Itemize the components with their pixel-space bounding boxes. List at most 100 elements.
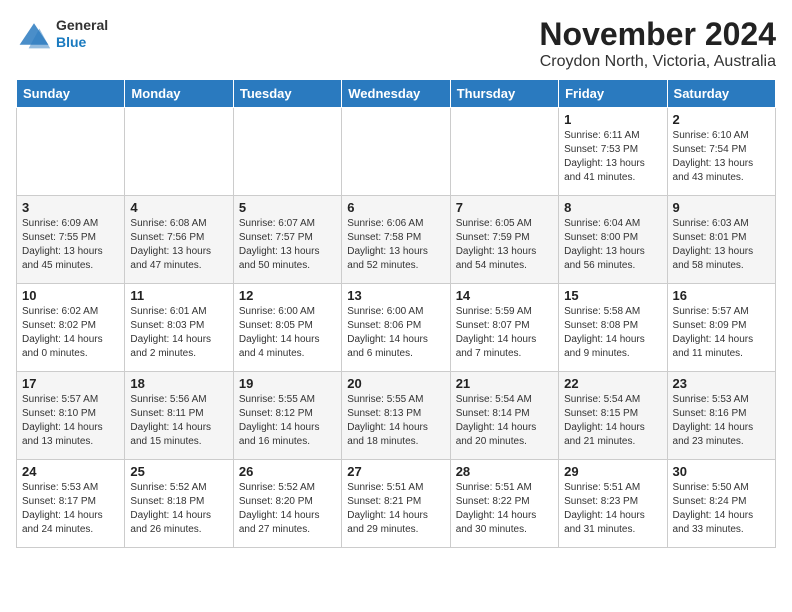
day-number: 22 bbox=[564, 376, 661, 391]
day-number: 9 bbox=[673, 200, 770, 215]
calendar-cell: 26 Sunrise: 5:52 AM Sunset: 8:20 PM Dayli… bbox=[233, 460, 341, 548]
day-number: 29 bbox=[564, 464, 661, 479]
day-number: 1 bbox=[564, 112, 661, 127]
day-info: Sunrise: 6:08 AM Sunset: 7:56 PM Dayligh… bbox=[130, 217, 227, 273]
day-number: 7 bbox=[456, 200, 553, 215]
calendar-cell: 2 Sunrise: 6:10 AM Sunset: 7:54 PM Daylig… bbox=[667, 108, 775, 196]
day-number: 28 bbox=[456, 464, 553, 479]
calendar-week-4: 17 Sunrise: 5:57 AM Sunset: 8:10 PM Dayli… bbox=[17, 372, 776, 460]
title-block: November 2024 Croydon North, Victoria, A… bbox=[539, 16, 776, 71]
day-info: Sunrise: 5:56 AM Sunset: 8:11 PM Dayligh… bbox=[130, 393, 227, 449]
day-info: Sunrise: 5:51 AM Sunset: 8:21 PM Dayligh… bbox=[347, 481, 444, 537]
calendar-cell: 6 Sunrise: 6:06 AM Sunset: 7:58 PM Daylig… bbox=[342, 196, 450, 284]
day-info: Sunrise: 5:54 AM Sunset: 8:15 PM Dayligh… bbox=[564, 393, 661, 449]
day-info: Sunrise: 6:02 AM Sunset: 8:02 PM Dayligh… bbox=[22, 305, 119, 361]
calendar-cell: 17 Sunrise: 5:57 AM Sunset: 8:10 PM Dayli… bbox=[17, 372, 125, 460]
day-info: Sunrise: 5:53 AM Sunset: 8:16 PM Dayligh… bbox=[673, 393, 770, 449]
calendar-week-5: 24Sunrise: 5:53 AM Sunset: 8:17 PM Dayli… bbox=[17, 460, 776, 548]
day-info: Sunrise: 5:55 AM Sunset: 8:12 PM Dayligh… bbox=[239, 393, 336, 449]
day-info: Sunrise: 6:11 AM Sunset: 7:53 PM Dayligh… bbox=[564, 129, 661, 185]
day-number: 18 bbox=[130, 376, 227, 391]
calendar-cell: 18 Sunrise: 5:56 AM Sunset: 8:11 PM Dayli… bbox=[125, 372, 233, 460]
weekday-wednesday: Wednesday bbox=[342, 80, 450, 108]
calendar-cell: 15Sunrise: 5:58 AM Sunset: 8:08 PM Dayli… bbox=[559, 284, 667, 372]
month-title: November 2024 bbox=[539, 16, 776, 53]
calendar-cell: 20 Sunrise: 5:55 AM Sunset: 8:13 PM Dayli… bbox=[342, 372, 450, 460]
calendar-cell: 21 Sunrise: 5:54 AM Sunset: 8:14 PM Dayli… bbox=[450, 372, 558, 460]
day-number: 4 bbox=[130, 200, 227, 215]
day-number: 19 bbox=[239, 376, 336, 391]
day-info: Sunrise: 5:52 AM Sunset: 8:20 PM Dayligh… bbox=[239, 481, 336, 537]
calendar-cell: 19 Sunrise: 5:55 AM Sunset: 8:12 PM Dayli… bbox=[233, 372, 341, 460]
calendar-cell: 16Sunrise: 5:57 AM Sunset: 8:09 PM Dayli… bbox=[667, 284, 775, 372]
day-number: 8 bbox=[564, 200, 661, 215]
calendar-week-1: 1 Sunrise: 6:11 AM Sunset: 7:53 PM Daylig… bbox=[17, 108, 776, 196]
calendar-cell: 29 Sunrise: 5:51 AM Sunset: 8:23 PM Dayli… bbox=[559, 460, 667, 548]
calendar-cell: 13Sunrise: 6:00 AM Sunset: 8:06 PM Dayli… bbox=[342, 284, 450, 372]
day-number: 24 bbox=[22, 464, 119, 479]
day-number: 30 bbox=[673, 464, 770, 479]
day-number: 26 bbox=[239, 464, 336, 479]
calendar-cell: 23 Sunrise: 5:53 AM Sunset: 8:16 PM Dayli… bbox=[667, 372, 775, 460]
day-info: Sunrise: 5:50 AM Sunset: 8:24 PM Dayligh… bbox=[673, 481, 770, 537]
weekday-header-row: SundayMondayTuesdayWednesdayThursdayFrid… bbox=[17, 80, 776, 108]
day-info: Sunrise: 5:52 AM Sunset: 8:18 PM Dayligh… bbox=[130, 481, 227, 537]
day-number: 14 bbox=[456, 288, 553, 303]
day-info: Sunrise: 5:59 AM Sunset: 8:07 PM Dayligh… bbox=[456, 305, 553, 361]
calendar-cell bbox=[342, 108, 450, 196]
weekday-tuesday: Tuesday bbox=[233, 80, 341, 108]
day-number: 23 bbox=[673, 376, 770, 391]
day-info: Sunrise: 5:51 AM Sunset: 8:22 PM Dayligh… bbox=[456, 481, 553, 537]
day-info: Sunrise: 6:06 AM Sunset: 7:58 PM Dayligh… bbox=[347, 217, 444, 273]
day-number: 12 bbox=[239, 288, 336, 303]
calendar-week-2: 3 Sunrise: 6:09 AM Sunset: 7:55 PM Daylig… bbox=[17, 196, 776, 284]
day-info: Sunrise: 6:07 AM Sunset: 7:57 PM Dayligh… bbox=[239, 217, 336, 273]
day-number: 27 bbox=[347, 464, 444, 479]
day-info: Sunrise: 6:01 AM Sunset: 8:03 PM Dayligh… bbox=[130, 305, 227, 361]
day-info: Sunrise: 6:00 AM Sunset: 8:05 PM Dayligh… bbox=[239, 305, 336, 361]
day-number: 20 bbox=[347, 376, 444, 391]
calendar-cell: 14 Sunrise: 5:59 AM Sunset: 8:07 PM Dayli… bbox=[450, 284, 558, 372]
day-info: Sunrise: 5:51 AM Sunset: 8:23 PM Dayligh… bbox=[564, 481, 661, 537]
calendar-cell: 30 Sunrise: 5:50 AM Sunset: 8:24 PM Dayli… bbox=[667, 460, 775, 548]
calendar-cell: 8Sunrise: 6:04 AM Sunset: 8:00 PM Daylig… bbox=[559, 196, 667, 284]
calendar-cell: 25 Sunrise: 5:52 AM Sunset: 8:18 PM Dayli… bbox=[125, 460, 233, 548]
calendar-cell: 10 Sunrise: 6:02 AM Sunset: 8:02 PM Dayli… bbox=[17, 284, 125, 372]
calendar-cell: 3 Sunrise: 6:09 AM Sunset: 7:55 PM Daylig… bbox=[17, 196, 125, 284]
calendar-cell: 9 Sunrise: 6:03 AM Sunset: 8:01 PM Daylig… bbox=[667, 196, 775, 284]
day-info: Sunrise: 5:57 AM Sunset: 8:10 PM Dayligh… bbox=[22, 393, 119, 449]
calendar-cell: 5 Sunrise: 6:07 AM Sunset: 7:57 PM Daylig… bbox=[233, 196, 341, 284]
calendar-table: SundayMondayTuesdayWednesdayThursdayFrid… bbox=[16, 79, 776, 548]
calendar-cell bbox=[125, 108, 233, 196]
day-number: 10 bbox=[22, 288, 119, 303]
day-number: 25 bbox=[130, 464, 227, 479]
day-info: Sunrise: 6:05 AM Sunset: 7:59 PM Dayligh… bbox=[456, 217, 553, 273]
calendar-cell: 12 Sunrise: 6:00 AM Sunset: 8:05 PM Dayli… bbox=[233, 284, 341, 372]
location-title: Croydon North, Victoria, Australia bbox=[539, 53, 776, 71]
calendar-cell: 4 Sunrise: 6:08 AM Sunset: 7:56 PM Daylig… bbox=[125, 196, 233, 284]
day-number: 21 bbox=[456, 376, 553, 391]
day-info: Sunrise: 5:55 AM Sunset: 8:13 PM Dayligh… bbox=[347, 393, 444, 449]
day-number: 2 bbox=[673, 112, 770, 127]
calendar-cell: 11 Sunrise: 6:01 AM Sunset: 8:03 PM Dayli… bbox=[125, 284, 233, 372]
day-info: Sunrise: 6:03 AM Sunset: 8:01 PM Dayligh… bbox=[673, 217, 770, 273]
day-info: Sunrise: 5:54 AM Sunset: 8:14 PM Dayligh… bbox=[456, 393, 553, 449]
calendar-cell bbox=[17, 108, 125, 196]
day-number: 16 bbox=[673, 288, 770, 303]
day-number: 11 bbox=[130, 288, 227, 303]
day-number: 6 bbox=[347, 200, 444, 215]
day-info: Sunrise: 6:09 AM Sunset: 7:55 PM Dayligh… bbox=[22, 217, 119, 273]
calendar-cell: 22 Sunrise: 5:54 AM Sunset: 8:15 PM Dayli… bbox=[559, 372, 667, 460]
logo-icon bbox=[16, 16, 52, 52]
logo-text: General Blue bbox=[56, 17, 108, 51]
day-number: 13 bbox=[347, 288, 444, 303]
day-number: 17 bbox=[22, 376, 119, 391]
day-number: 3 bbox=[22, 200, 119, 215]
day-number: 5 bbox=[239, 200, 336, 215]
header: General Blue November 2024 Croydon North… bbox=[16, 16, 776, 71]
weekday-friday: Friday bbox=[559, 80, 667, 108]
day-info: Sunrise: 5:58 AM Sunset: 8:08 PM Dayligh… bbox=[564, 305, 661, 361]
calendar-cell: 1 Sunrise: 6:11 AM Sunset: 7:53 PM Daylig… bbox=[559, 108, 667, 196]
calendar-cell: 7 Sunrise: 6:05 AM Sunset: 7:59 PM Daylig… bbox=[450, 196, 558, 284]
day-info: Sunrise: 6:10 AM Sunset: 7:54 PM Dayligh… bbox=[673, 129, 770, 185]
